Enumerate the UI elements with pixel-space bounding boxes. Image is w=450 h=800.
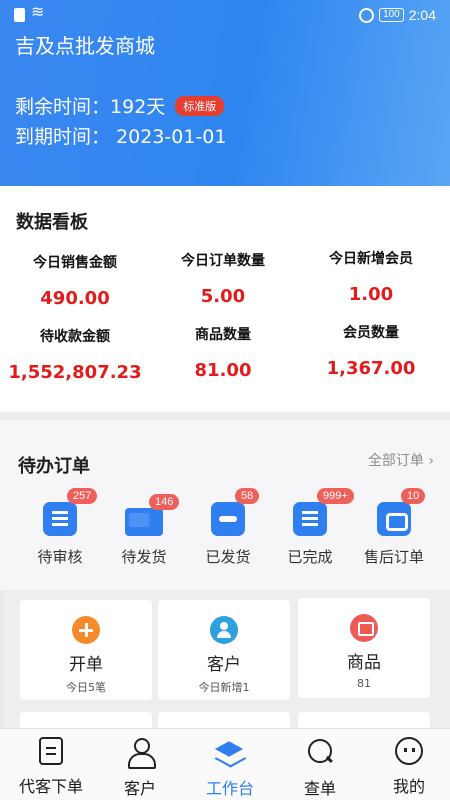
nav-label: 工作台 <box>205 779 254 798</box>
metric-today-sales[interactable]: 今日销售金额 490.00 <box>0 252 150 309</box>
metric-value: 1.00 <box>348 284 394 305</box>
layers-icon <box>216 737 244 767</box>
order-label: 售后订单 <box>363 548 424 566</box>
order-label: 已完成 <box>287 548 333 566</box>
status-bar: ≋ 100 2:04 <box>0 0 450 30</box>
clock: 2:04 <box>408 7 436 23</box>
status-right: 100 2:04 <box>359 7 436 23</box>
nav-label: 我的 <box>392 777 425 796</box>
nav-workbench[interactable]: 工作台 <box>185 737 275 799</box>
metric-label: 今日销售金额 <box>33 255 117 271</box>
wifi-icon: ≋ <box>31 2 45 21</box>
pending-orders-title: 待办订单 <box>18 456 90 477</box>
face-icon <box>395 737 423 765</box>
return-icon: 10 <box>377 488 426 536</box>
order-after-sales[interactable]: 10 售后订单 <box>354 488 434 567</box>
tile-subtitle: 81 <box>357 677 371 690</box>
order-completed[interactable]: 999+ 已完成 <box>270 488 354 567</box>
metric-receivable[interactable]: 待收款金额 1,552,807.23 <box>0 326 150 383</box>
tile-title: 开单 <box>69 655 103 675</box>
shortcut-new-order[interactable]: 开单 今日5笔 <box>20 600 152 700</box>
search-icon <box>306 737 334 767</box>
count-badge: 257 <box>67 488 98 504</box>
expire-label: 到期时间： <box>15 126 111 148</box>
order-label: 待发货 <box>121 548 167 566</box>
user-icon <box>126 737 156 769</box>
nav-profile[interactable]: 我的 <box>364 737 450 797</box>
person-icon <box>210 616 238 644</box>
nav-search-orders[interactable]: 查单 <box>275 737 365 799</box>
goods-icon <box>350 614 378 642</box>
document-icon <box>39 737 63 765</box>
shortcut-goods[interactable]: 商品 81 <box>298 598 430 698</box>
expire-time-row: 到期时间： 2023-01-01 <box>15 122 226 149</box>
metric-value: 1,367.00 <box>326 358 416 379</box>
count-badge: 999+ <box>317 488 354 504</box>
metric-value: 81.00 <box>194 360 252 381</box>
metric-today-orders[interactable]: 今日订单数量 5.00 <box>148 250 298 307</box>
order-label: 待审核 <box>37 548 83 566</box>
order-pending-review[interactable]: 257 待审核 <box>20 488 100 567</box>
header: ≋ 100 2:04 吉及点批发商城 剩余时间： 192天 标准版 到期时间： … <box>0 0 450 186</box>
sim-icon <box>14 8 25 22</box>
all-orders-link[interactable]: 全部订单 › <box>368 450 434 470</box>
nav-proxy-order[interactable]: 代客下单 <box>6 737 96 797</box>
edition-badge: 标准版 <box>175 95 225 116</box>
metric-today-new-members[interactable]: 今日新增会员 1.00 <box>296 248 446 305</box>
tile-subtitle: 今日5笔 <box>66 681 106 694</box>
shortcut-customers[interactable]: 客户 今日新增1 <box>158 600 290 700</box>
remaining-label: 剩余时间： <box>15 96 111 118</box>
divider <box>0 590 4 728</box>
expire-value: 2023-01-01 <box>116 126 227 148</box>
nav-label: 代客下单 <box>18 777 83 796</box>
count-badge: 146 <box>149 494 180 510</box>
metric-label: 待收款金额 <box>40 329 110 345</box>
document-icon: 999+ <box>293 488 354 536</box>
speedometer-icon <box>359 7 375 23</box>
nav-label: 查单 <box>303 779 336 798</box>
bottom-nav: 代客下单 客户 工作台 查单 我的 <box>0 728 450 800</box>
metric-label: 今日新增会员 <box>329 251 413 267</box>
remaining-value: 192天 <box>110 96 166 118</box>
data-dashboard: 数据看板 今日销售金额 490.00 今日订单数量 5.00 今日新增会员 1.… <box>0 186 450 412</box>
metric-member-count[interactable]: 会员数量 1,367.00 <box>296 322 446 379</box>
remaining-time-row: 剩余时间： 192天 标准版 <box>15 92 225 119</box>
wallet-icon: 58 <box>211 488 260 536</box>
metric-goods-count[interactable]: 商品数量 81.00 <box>148 324 298 381</box>
tile-title: 客户 <box>207 655 241 675</box>
chevron-right-icon: › <box>428 453 434 469</box>
tile-subtitle: 今日新增1 <box>198 681 250 694</box>
count-badge: 10 <box>401 488 426 504</box>
order-shipped[interactable]: 58 已发货 <box>188 488 268 567</box>
order-pending-shipment[interactable]: 146 待发货 <box>104 494 184 567</box>
plus-icon <box>72 616 100 644</box>
shop-name: 吉及点批发商城 <box>15 34 155 58</box>
dashboard-title: 数据看板 <box>16 212 88 233</box>
count-badge: 58 <box>235 488 260 504</box>
metric-value: 1,552,807.23 <box>8 362 142 383</box>
metric-label: 商品数量 <box>195 327 251 343</box>
all-orders-label: 全部订单 <box>367 453 424 469</box>
pending-orders: 待办订单 全部订单 › 257 待审核 146 待发货 58 已发货 999+ … <box>0 420 450 590</box>
truck-icon: 146 <box>125 494 180 536</box>
clipboard-icon: 257 <box>43 488 98 536</box>
metric-label: 今日订单数量 <box>181 253 265 269</box>
metric-value: 5.00 <box>200 286 246 307</box>
metric-label: 会员数量 <box>343 325 399 341</box>
metric-value: 490.00 <box>40 288 110 309</box>
nav-label: 客户 <box>123 779 156 798</box>
tile-title: 商品 <box>347 653 381 673</box>
order-label: 已发货 <box>205 548 251 566</box>
battery-indicator: 100 <box>379 8 404 22</box>
nav-customers[interactable]: 客户 <box>95 737 185 799</box>
